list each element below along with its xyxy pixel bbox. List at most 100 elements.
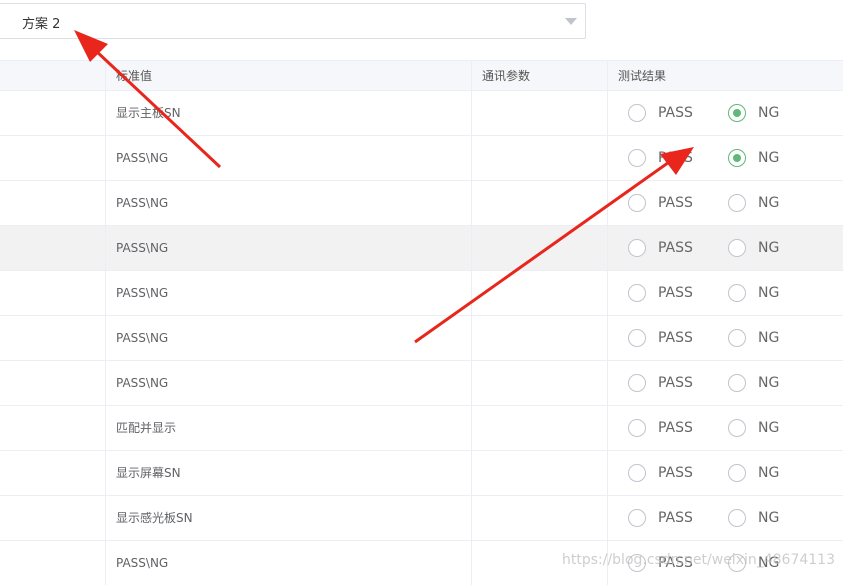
standard-value: 匹配并显示 xyxy=(116,421,177,435)
col-divider xyxy=(607,226,608,270)
col-divider xyxy=(471,61,472,90)
table-row: PASS\NG PASS NG xyxy=(0,271,843,316)
scheme-select-value: 方案 2 xyxy=(22,17,61,32)
col-divider xyxy=(471,406,472,450)
table-row: PASS\NG PASS NG xyxy=(0,181,843,226)
col-divider xyxy=(471,271,472,315)
ng-label: NG xyxy=(758,330,780,346)
col-divider xyxy=(105,271,106,315)
radio-circle-icon[interactable] xyxy=(728,419,746,437)
col-divider xyxy=(607,136,608,180)
radio-circle-icon[interactable] xyxy=(628,509,646,527)
pass-label: PASS xyxy=(658,420,693,436)
col-divider xyxy=(471,136,472,180)
header-standard: 标准值 xyxy=(116,69,153,83)
radio-circle-icon[interactable] xyxy=(628,374,646,392)
col-divider xyxy=(105,406,106,450)
standard-value: PASS\NG xyxy=(116,556,169,570)
col-divider xyxy=(105,496,106,540)
radio-circle-icon[interactable] xyxy=(628,419,646,437)
radio-circle-icon[interactable] xyxy=(628,149,646,167)
radio-circle-icon[interactable] xyxy=(728,194,746,212)
standard-value: PASS\NG xyxy=(116,151,169,165)
radio-circle-icon[interactable] xyxy=(628,104,646,122)
pass-label: PASS xyxy=(658,150,693,166)
table-row: PASS\NG PASS NG xyxy=(0,316,843,361)
col-divider xyxy=(105,451,106,495)
chevron-down-icon[interactable] xyxy=(565,18,577,25)
col-divider xyxy=(471,496,472,540)
radio-circle-icon[interactable] xyxy=(628,464,646,482)
col-divider xyxy=(471,181,472,225)
radio-circle-icon[interactable] xyxy=(628,284,646,302)
ng-label: NG xyxy=(758,150,780,166)
pass-label: PASS xyxy=(658,105,693,121)
radio-circle-icon[interactable] xyxy=(728,329,746,347)
col-divider xyxy=(607,181,608,225)
col-divider xyxy=(105,361,106,405)
radio-circle-icon[interactable] xyxy=(728,149,746,167)
ng-label: NG xyxy=(758,105,780,121)
pass-label: PASS xyxy=(658,195,693,211)
radio-circle-icon[interactable] xyxy=(728,284,746,302)
standard-value: 显示屏幕SN xyxy=(116,466,181,480)
scheme-select-area: 方案 2 xyxy=(0,0,843,60)
col-divider xyxy=(607,361,608,405)
radio-circle-icon[interactable] xyxy=(728,104,746,122)
ng-label: NG xyxy=(758,420,780,436)
radio-circle-icon[interactable] xyxy=(728,374,746,392)
radio-circle-icon[interactable] xyxy=(628,239,646,257)
col-divider xyxy=(607,496,608,540)
radio-circle-icon[interactable] xyxy=(628,329,646,347)
pass-label: PASS xyxy=(658,375,693,391)
header-col-blank xyxy=(0,61,106,91)
pass-label: PASS xyxy=(658,465,693,481)
col-divider xyxy=(105,226,106,270)
pass-label: PASS xyxy=(658,330,693,346)
col-divider xyxy=(105,181,106,225)
ng-label: NG xyxy=(758,195,780,211)
col-divider xyxy=(471,91,472,135)
header-result: 测试结果 xyxy=(618,69,667,83)
pass-label: PASS xyxy=(658,510,693,526)
pass-label: PASS xyxy=(658,285,693,301)
radio-circle-icon[interactable] xyxy=(728,509,746,527)
standard-value: PASS\NG xyxy=(116,376,169,390)
standard-value: PASS\NG xyxy=(116,196,169,210)
table-row: 匹配并显示 PASS NG xyxy=(0,406,843,451)
table-row: 显示感光板SN PASS NG xyxy=(0,496,843,541)
ng-label: NG xyxy=(758,465,780,481)
table-body: 显示主板SN PASS NG PASS\NG PASS NG PASS\NG P… xyxy=(0,91,843,585)
col-divider xyxy=(607,316,608,360)
select-left-edge xyxy=(0,3,12,39)
table-row: PASS\NG PASS NG xyxy=(0,136,843,181)
header-comm-params: 通讯参数 xyxy=(482,69,531,83)
watermark: https://blog.csdn.net/weixin_48674113 xyxy=(561,552,835,568)
table-row: 显示主板SN PASS NG xyxy=(0,91,843,136)
col-divider xyxy=(471,361,472,405)
col-divider xyxy=(607,406,608,450)
pass-label: PASS xyxy=(658,240,693,256)
radio-circle-icon[interactable] xyxy=(728,239,746,257)
col-divider xyxy=(607,61,608,90)
standard-value: 显示感光板SN xyxy=(116,511,193,525)
standard-value: PASS\NG xyxy=(116,241,169,255)
col-divider xyxy=(607,451,608,495)
standard-value: PASS\NG xyxy=(116,286,169,300)
col-divider xyxy=(105,316,106,360)
col-divider xyxy=(105,61,106,90)
table-row: PASS\NG PASS NG xyxy=(0,361,843,406)
ng-label: NG xyxy=(758,510,780,526)
standard-value: PASS\NG xyxy=(116,331,169,345)
table-header: 标准值 通讯参数 测试结果 xyxy=(0,60,843,91)
col-divider xyxy=(105,91,106,135)
scheme-select[interactable]: 方案 2 xyxy=(12,3,586,39)
standard-value: 显示主板SN xyxy=(116,106,181,120)
radio-circle-icon[interactable] xyxy=(628,194,646,212)
col-divider xyxy=(607,91,608,135)
radio-circle-icon[interactable] xyxy=(728,464,746,482)
ng-label: NG xyxy=(758,375,780,391)
test-table: 标准值 通讯参数 测试结果 显示主板SN PASS NG PASS\NG PAS… xyxy=(0,60,843,585)
page: 方案 2 标准值 通讯参数 测试结果 显示主板SN PASS NG PASS\N… xyxy=(0,0,843,585)
col-divider xyxy=(105,541,106,585)
